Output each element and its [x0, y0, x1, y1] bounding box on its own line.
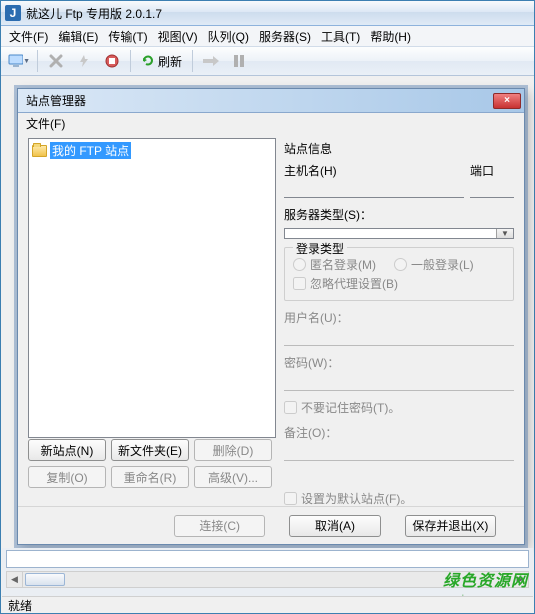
transfer-button[interactable] [199, 49, 223, 73]
password-input[interactable] [284, 376, 514, 391]
chevron-down-icon: ▼ [496, 229, 513, 238]
scroll-thumb[interactable] [25, 573, 65, 586]
connect-site-button[interactable]: 连接(C) [174, 515, 265, 537]
site-tree[interactable]: 我的 FTP 站点 [28, 138, 276, 438]
main-window: J 就这儿 Ftp 专用版 2.0.1.7 文件(F) 编辑(E) 传输(T) … [0, 0, 535, 614]
menu-queue[interactable]: 队列(Q) [204, 26, 253, 47]
x-icon [49, 54, 63, 68]
host-input[interactable] [284, 180, 464, 198]
port-input[interactable] [470, 180, 514, 198]
main-titlebar: J 就这儿 Ftp 专用版 2.0.1.7 [1, 1, 534, 26]
notes-label: 备注(O)： [284, 424, 514, 441]
cancel-button[interactable]: 取消(A) [289, 515, 380, 537]
anon-login-radio[interactable]: 匿名登录(M) [293, 256, 376, 273]
bolt-icon [77, 54, 91, 68]
server-type-label: 服务器类型(S)： [284, 206, 514, 223]
transfer-icon [202, 55, 220, 67]
site-manager-dialog: 站点管理器 × 文件(F) 我的 FTP 站点 站点信息 主机名(H) [17, 88, 525, 545]
menu-edit[interactable]: 编辑(E) [54, 26, 102, 47]
site-info-label: 站点信息 [284, 140, 514, 157]
refresh-icon [141, 54, 155, 68]
save-exit-button[interactable]: 保存并退出(X) [405, 515, 496, 537]
server-type-combo[interactable]: ▼ [284, 228, 514, 239]
site-details-pane: 站点信息 主机名(H) 端口 服务器类型(S)： ▼ 登录类型 [284, 138, 514, 501]
monitor-icon [8, 53, 23, 69]
main-toolbar: ▼ 刷新 [1, 46, 534, 76]
menu-server[interactable]: 服务器(S) [255, 26, 315, 47]
login-type-group: 登录类型 匿名登录(M) 一般登录(L) 忽略代理设置(B) [284, 247, 514, 301]
stop-button[interactable] [100, 49, 124, 73]
refresh-label: 刷新 [158, 53, 182, 70]
connect-button[interactable]: ▼ [7, 49, 31, 73]
no-remember-checkbox[interactable]: 不要记住密码(T)。 [284, 399, 514, 416]
stop-circle-icon [105, 54, 119, 68]
normal-login-radio[interactable]: 一般登录(L) [394, 256, 474, 273]
new-site-button[interactable]: 新站点(N) [28, 439, 106, 461]
abort-button[interactable] [72, 49, 96, 73]
menu-transfer[interactable]: 传输(T) [104, 26, 151, 47]
menu-file[interactable]: 文件(F) [5, 26, 52, 47]
delete-button[interactable]: 删除(D) [194, 439, 272, 461]
password-label: 密码(W)： [284, 354, 514, 371]
port-label: 端口 [470, 162, 514, 179]
status-text: 就绪 [8, 597, 32, 614]
copy-button[interactable]: 复制(O) [28, 466, 106, 488]
separator [37, 50, 38, 72]
dialog-title: 站点管理器 [26, 92, 86, 109]
notes-input[interactable] [284, 446, 514, 461]
login-type-legend: 登录类型 [293, 240, 347, 257]
dialog-menu-file[interactable]: 文件(F) [26, 115, 65, 132]
chevron-down-icon: ▼ [23, 58, 30, 65]
main-menubar: 文件(F) 编辑(E) 传输(T) 视图(V) 队列(Q) 服务器(S) 工具(… [1, 26, 534, 46]
host-label: 主机名(H) [284, 162, 464, 179]
dialog-close-button[interactable]: × [493, 93, 521, 109]
ignore-proxy-checkbox[interactable]: 忽略代理设置(B) [293, 275, 505, 292]
dialog-titlebar: 站点管理器 × [18, 89, 524, 113]
menu-tools[interactable]: 工具(T) [317, 26, 364, 47]
dialog-menubar: 文件(F) [18, 113, 524, 133]
statusbar: 就绪 [2, 596, 533, 613]
log-area[interactable] [6, 550, 529, 568]
app-title: 就这儿 Ftp 专用版 2.0.1.7 [26, 5, 162, 22]
username-label: 用户名(U)： [284, 309, 514, 326]
rename-button[interactable]: 重命名(R) [111, 466, 189, 488]
username-input[interactable] [284, 331, 514, 346]
pause-button[interactable] [227, 49, 251, 73]
watermark-text: 绿色资源网 [443, 567, 528, 591]
tree-item-root[interactable]: 我的 FTP 站点 [32, 142, 272, 159]
menu-view[interactable]: 视图(V) [154, 26, 202, 47]
folder-icon [32, 145, 47, 157]
set-default-checkbox[interactable]: 设置为默认站点(F)。 [284, 490, 514, 507]
refresh-button[interactable]: 刷新 [137, 53, 186, 70]
dialog-bottom-bar: 连接(C) 取消(A) 保存并退出(X) [18, 506, 524, 544]
tree-item-label: 我的 FTP 站点 [50, 142, 131, 159]
disconnect-button[interactable] [44, 49, 68, 73]
advanced-button[interactable]: 高级(V)... [194, 466, 272, 488]
pause-icon [233, 54, 245, 68]
new-folder-button[interactable]: 新文件夹(E) [111, 439, 189, 461]
menu-help[interactable]: 帮助(H) [366, 26, 415, 47]
separator [130, 50, 131, 72]
scroll-left-icon[interactable]: ◀ [7, 572, 23, 587]
app-icon: J [5, 5, 21, 21]
separator [192, 50, 193, 72]
